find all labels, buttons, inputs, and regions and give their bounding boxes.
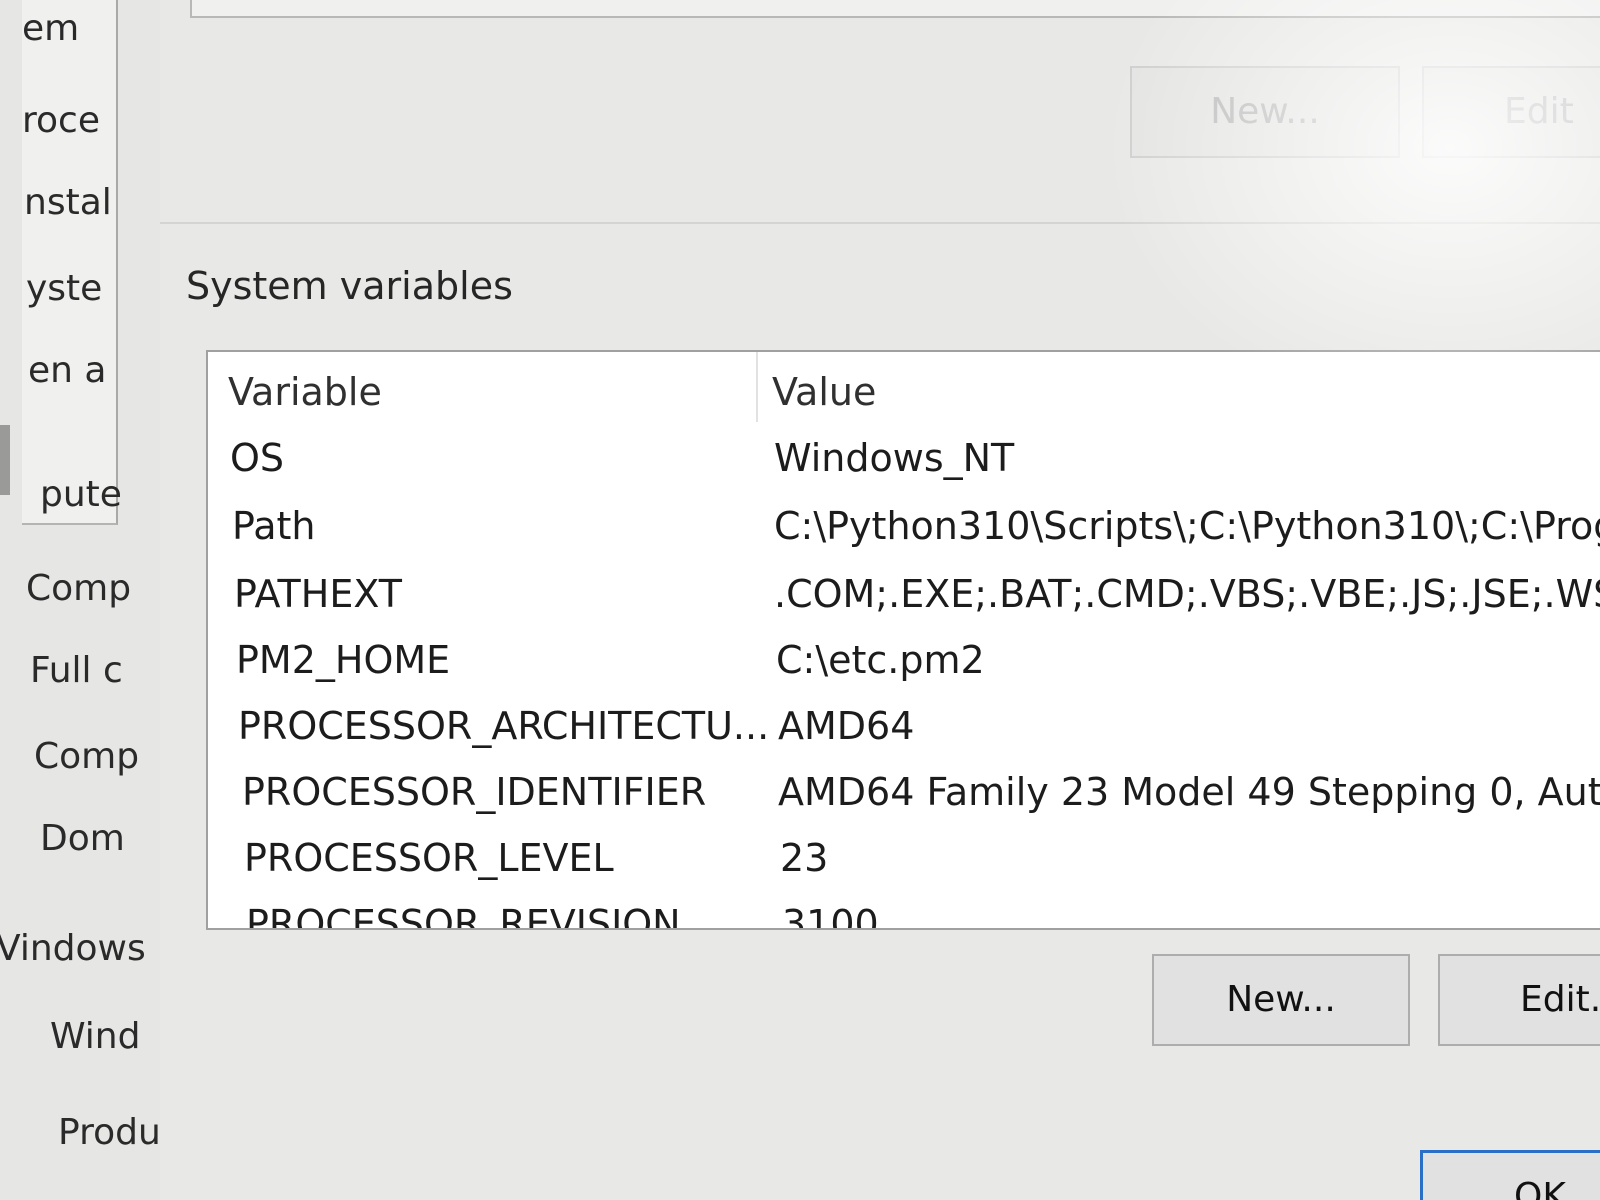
variable-name: PROCESSOR_REVISION — [246, 902, 681, 930]
system-variables-list[interactable]: Variable Value OS Windows_NT Path C:\Pyt… — [206, 350, 1600, 930]
variable-name: PROCESSOR_ARCHITECTU... — [238, 704, 770, 748]
background-label: Produ — [58, 1112, 161, 1153]
variable-name: OS — [230, 436, 285, 480]
variable-value: AMD64 Family 23 Model 49 Stepping 0, Aut… — [778, 770, 1600, 814]
background-label: Wind — [50, 1016, 141, 1057]
table-row[interactable]: PM2_HOME C:\etc.pm2 — [208, 638, 1600, 704]
user-edit-button[interactable]: Edit — [1422, 66, 1600, 158]
variable-name: PATHEXT — [234, 572, 402, 616]
table-row[interactable]: PATHEXT .COM;.EXE;.BAT;.CMD;.VBS;.VBE;.J… — [208, 572, 1600, 638]
variable-value: C:\etc.pm2 — [776, 638, 985, 682]
section-title: System variables — [186, 264, 513, 308]
divider — [160, 222, 1600, 224]
table-row[interactable]: PROCESSOR_LEVEL 23 — [208, 836, 1600, 902]
table-row[interactable]: Path C:\Python310\Scripts\;C:\Python310\… — [208, 504, 1600, 570]
variable-value: .COM;.EXE;.BAT;.CMD;.VBS;.VBE;.JS;.JSE;.… — [774, 572, 1600, 616]
screen: em roce nstal yste en a pute Comp Full c… — [0, 0, 1600, 1200]
background-label: em — [22, 8, 80, 49]
column-header-variable[interactable]: Variable — [228, 370, 382, 414]
variable-value: 3100 — [782, 902, 879, 930]
user-variables-list-bottom — [190, 0, 1600, 18]
background-label: Comp — [34, 736, 140, 777]
system-edit-button[interactable]: Edit... — [1438, 954, 1600, 1046]
user-new-button[interactable]: New... — [1130, 66, 1400, 158]
ok-button[interactable]: OK — [1420, 1150, 1600, 1200]
table-row[interactable]: OS Windows_NT — [208, 436, 1600, 502]
variable-value: Windows_NT — [774, 436, 1015, 480]
background-panel — [22, 0, 118, 525]
variable-name: Path — [232, 504, 316, 548]
system-new-button[interactable]: New... — [1152, 954, 1410, 1046]
background-label: en a — [28, 350, 107, 391]
background-label: Full c — [30, 650, 123, 691]
variable-name: PROCESSOR_IDENTIFIER — [242, 770, 707, 814]
environment-variables-dialog: New... Edit System variables Variable Va… — [160, 0, 1600, 1200]
variable-name: PM2_HOME — [236, 638, 451, 682]
table-row[interactable]: PROCESSOR_IDENTIFIER AMD64 Family 23 Mod… — [208, 770, 1600, 836]
column-divider[interactable] — [756, 352, 758, 422]
variable-value: 23 — [780, 836, 829, 880]
table-row[interactable]: PROCESSOR_REVISION 3100 — [208, 902, 1600, 930]
variable-value: C:\Python310\Scripts\;C:\Python310\;C:\P… — [774, 504, 1600, 548]
background-window: em roce nstal yste en a pute Comp Full c… — [0, 0, 168, 1200]
background-label: Dom — [40, 818, 125, 859]
background-label: Comp — [26, 568, 132, 609]
background-label: yste — [26, 268, 103, 309]
background-label: roce — [22, 100, 100, 141]
column-header-value[interactable]: Value — [772, 370, 876, 414]
background-label: Vindows — [0, 928, 146, 969]
background-label: nstal — [24, 182, 112, 223]
variable-value: AMD64 — [778, 704, 915, 748]
table-row[interactable]: PROCESSOR_ARCHITECTU... AMD64 — [208, 704, 1600, 770]
background-label: pute — [40, 474, 122, 515]
background-scrollbar[interactable] — [0, 425, 10, 495]
variable-name: PROCESSOR_LEVEL — [244, 836, 614, 880]
